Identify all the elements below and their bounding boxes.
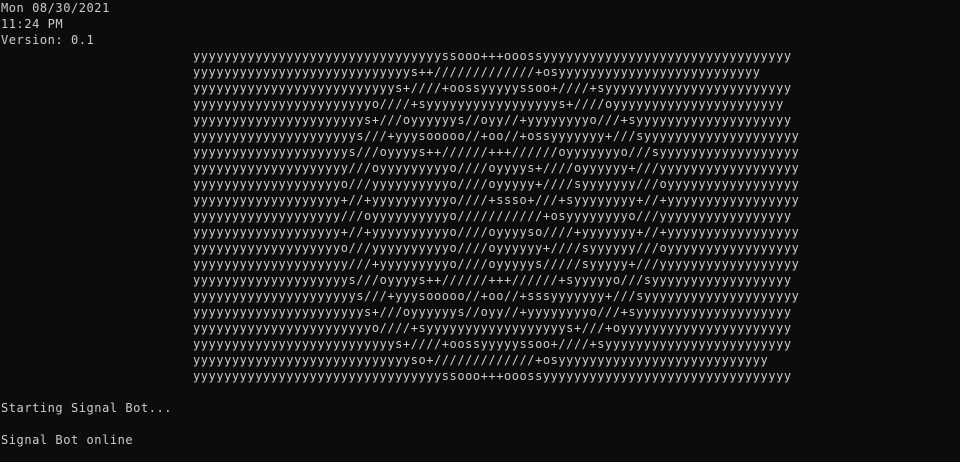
ascii-art-logo: yyyyyyyyyyyyyyyyyyyyyyyyyyyyyyyyssooo+++… bbox=[193, 48, 799, 384]
date-line: Mon 08/30/2021 bbox=[1, 1, 110, 15]
console-window[interactable]: Mon 08/30/2021 11:24 PM Version: 0.1 yyy… bbox=[0, 0, 960, 462]
ascii-art-line: yyyyyyyyyyyyyyyyyyyyys///+yyysooooo//+oo… bbox=[193, 129, 800, 143]
version-line: Version: 0.1 bbox=[1, 33, 95, 47]
ascii-art-line: yyyyyyyyyyyyyyyyyyyyyyyyyyyyyyyyssooo+++… bbox=[193, 49, 792, 63]
ascii-art-line: yyyyyyyyyyyyyyyyyyyyyyyyyyyyyyyyssooo+++… bbox=[193, 369, 792, 383]
ascii-art-line: yyyyyyyyyyyyyyyyyyy+//+yyyyyyyyyyo////oy… bbox=[193, 225, 800, 239]
ascii-art-line: yyyyyyyyyyyyyyyyyyyyyyyyyys+////+oossyyy… bbox=[193, 337, 792, 351]
ascii-art-line: yyyyyyyyyyyyyyyyyyyyyyyo////+syyyyyyyyyy… bbox=[193, 97, 784, 111]
ascii-art-line: yyyyyyyyyyyyyyyyyyyo///yyyyyyyyyyo////oy… bbox=[193, 241, 800, 255]
ascii-art-line: yyyyyyyyyyyyyyyyyyyyyyyyyyyyso+/////////… bbox=[193, 353, 769, 367]
ascii-art-line: yyyyyyyyyyyyyyyyyyyo///yyyyyyyyyyo////oy… bbox=[193, 177, 800, 191]
starting-status-line: Starting Signal Bot... bbox=[1, 401, 173, 415]
time-line: 11:24 PM bbox=[1, 17, 64, 31]
ascii-art-line: yyyyyyyyyyyyyyyyyyyy///oyyyyyyyyyo////oy… bbox=[193, 161, 800, 175]
online-status-line: Signal Bot online bbox=[1, 433, 134, 447]
ascii-art-line: yyyyyyyyyyyyyyyyyyyys///oyyyys++//////++… bbox=[193, 273, 792, 287]
ascii-art-line: yyyyyyyyyyyyyyyyyyyyyys+///oyyyyyys//oyy… bbox=[193, 113, 792, 127]
ascii-art-line: yyyyyyyyyyyyyyyyyyy+//+yyyyyyyyyyo////+s… bbox=[193, 193, 800, 207]
ascii-art-line: yyyyyyyyyyyyyyyyyyyyys///+yyysooooo//+oo… bbox=[193, 289, 800, 303]
ascii-art-line: yyyyyyyyyyyyyyyyyyyyyyyyyys+////+oossyyy… bbox=[193, 81, 792, 95]
ascii-art-line: yyyyyyyyyyyyyyyyyyyyyyyo////+syyyyyyyyyy… bbox=[193, 321, 792, 335]
ascii-art-line: yyyyyyyyyyyyyyyyyyyyyys+///oyyyyyys//oyy… bbox=[193, 305, 792, 319]
ascii-art-line: yyyyyyyyyyyyyyyyyyyyyyyyyyyys++/////////… bbox=[193, 65, 761, 79]
ascii-art-line: yyyyyyyyyyyyyyyyyyyy///+yyyyyyyyyo////oy… bbox=[193, 257, 800, 271]
ascii-art-line: yyyyyyyyyyyyyyyyyyy///oyyyyyyyyyyo//////… bbox=[193, 209, 792, 223]
ascii-art-line: yyyyyyyyyyyyyyyyyyyys///oyyyys++//////++… bbox=[193, 145, 800, 159]
